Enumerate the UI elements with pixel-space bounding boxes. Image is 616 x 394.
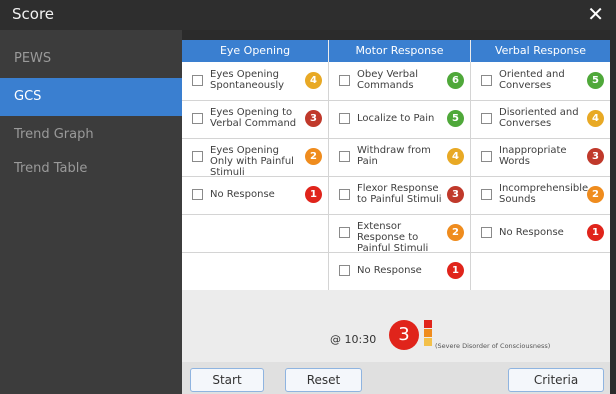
score-badge: 2 xyxy=(587,186,604,203)
column-header-verbal-response: Verbal Response xyxy=(471,40,610,62)
reset-button[interactable]: Reset xyxy=(285,368,362,392)
option-label: Oriented and Converses xyxy=(499,69,565,91)
button-bar: Start Reset Criteria xyxy=(182,362,610,394)
score-badge: 1 xyxy=(587,224,604,241)
verbal-disoriented-checkbox[interactable] xyxy=(481,113,492,124)
sidebar-item-label: PEWS xyxy=(14,51,52,66)
score-badge: 4 xyxy=(587,110,604,127)
motor-withdraw-checkbox[interactable] xyxy=(339,151,350,162)
score-badge: 2 xyxy=(305,148,322,165)
window-title: Score xyxy=(12,5,55,23)
option-label: Withdraw from Pain xyxy=(357,145,431,167)
close-icon[interactable]: ✕ xyxy=(587,2,604,26)
option-label: Eyes Opening Spontaneously xyxy=(210,69,285,91)
eye-spontaneous-checkbox[interactable] xyxy=(192,75,203,86)
list-item[interactable]: Withdraw from Pain 4 xyxy=(329,138,470,176)
sidebar-item-gcs[interactable]: GCS xyxy=(0,78,182,116)
motor-flexor-checkbox[interactable] xyxy=(339,189,350,200)
sidebar-item-pews[interactable]: PEWS xyxy=(0,40,182,78)
list-item[interactable]: Flexor Response to Painful Stimuli 3 xyxy=(329,176,470,214)
list-item[interactable]: No Response 1 xyxy=(471,214,610,252)
criteria-button[interactable]: Criteria xyxy=(508,368,604,392)
verbal-oriented-checkbox[interactable] xyxy=(481,75,492,86)
score-badge: 3 xyxy=(447,186,464,203)
option-label: No Response xyxy=(499,227,564,238)
list-item[interactable]: Localize to Pain 5 xyxy=(329,100,470,138)
option-label: Eyes Opening to Verbal Command xyxy=(210,107,297,129)
motor-extensor-checkbox[interactable] xyxy=(339,227,350,238)
score-badge: 4 xyxy=(305,72,322,89)
score-grid: Eyes Opening Spontaneously 4 Eyes Openin… xyxy=(182,62,610,290)
title-bar: Score ✕ xyxy=(0,0,616,30)
score-badge: 4 xyxy=(447,148,464,165)
list-item[interactable]: Extensor Response to Painful Stimuli 2 xyxy=(329,214,470,254)
sidebar-item-label: Trend Graph xyxy=(14,127,94,142)
option-label: Localize to Pain xyxy=(357,113,435,124)
severity-bar-segment xyxy=(424,320,432,328)
eye-no-response-checkbox[interactable] xyxy=(192,189,203,200)
list-item[interactable]: Obey Verbal Commands 6 xyxy=(329,62,470,100)
assessment-time: @ 10:30 xyxy=(330,333,377,346)
list-item[interactable]: No Response 1 xyxy=(182,176,328,214)
motor-no-response-checkbox[interactable] xyxy=(339,265,350,276)
verbal-no-response-checkbox[interactable] xyxy=(481,227,492,238)
motor-localize-checkbox[interactable] xyxy=(339,113,350,124)
sidebar: PEWS GCS Trend Graph Trend Table xyxy=(0,30,182,394)
verbal-inappropriate-checkbox[interactable] xyxy=(481,151,492,162)
severity-bar-segment xyxy=(424,338,432,346)
column-header-motor-response: Motor Response xyxy=(329,40,470,62)
list-item[interactable]: Inappropriate Words 3 xyxy=(471,138,610,176)
option-label: Disoriented and Converses xyxy=(499,107,579,129)
score-badge: 5 xyxy=(447,110,464,127)
option-label: Incomprehensible Sounds xyxy=(499,183,589,205)
severity-description: (Severe Disorder of Consciousness) xyxy=(435,342,551,350)
gcs-panel: Eye Opening Motor Response Verbal Respon… xyxy=(182,40,610,394)
score-badge: 6 xyxy=(447,72,464,89)
score-badge: 3 xyxy=(305,110,322,127)
score-badge: 5 xyxy=(587,72,604,89)
eye-pain-checkbox[interactable] xyxy=(192,151,203,162)
option-label: Inappropriate Words xyxy=(499,145,567,167)
verbal-incomprehensible-checkbox[interactable] xyxy=(481,189,492,200)
list-item[interactable]: Incomprehensible Sounds 2 xyxy=(471,176,610,214)
option-label: No Response xyxy=(357,265,422,276)
list-item[interactable]: No Response 1 xyxy=(329,252,470,290)
sidebar-item-label: GCS xyxy=(14,89,42,104)
sidebar-item-trend-graph[interactable]: Trend Graph xyxy=(0,116,182,154)
sidebar-item-label: Trend Table xyxy=(14,161,88,176)
severity-bar-segment xyxy=(424,329,432,337)
list-item[interactable]: Eyes Opening Only with Painful Stimuli 2 xyxy=(182,138,328,178)
eye-verbal-checkbox[interactable] xyxy=(192,113,203,124)
list-item[interactable]: Oriented and Converses 5 xyxy=(471,62,610,100)
list-item[interactable]: Disoriented and Converses 4 xyxy=(471,100,610,138)
score-badge: 1 xyxy=(305,186,322,203)
list-item[interactable]: Eyes Opening to Verbal Command 3 xyxy=(182,100,328,138)
score-badge: 1 xyxy=(447,262,464,279)
score-summary: @ 10:30 3 (Severe Disorder of Consciousn… xyxy=(182,290,610,362)
score-badge: 3 xyxy=(587,148,604,165)
list-item[interactable]: Eyes Opening Spontaneously 4 xyxy=(182,62,328,100)
option-label: Eyes Opening Only with Painful Stimuli xyxy=(210,145,294,178)
column-header-eye-opening: Eye Opening xyxy=(182,40,328,62)
sidebar-item-trend-table[interactable]: Trend Table xyxy=(0,150,182,188)
score-badge: 2 xyxy=(447,224,464,241)
start-button[interactable]: Start xyxy=(190,368,264,392)
total-score-badge: 3 xyxy=(389,320,419,350)
motor-obey-checkbox[interactable] xyxy=(339,75,350,86)
option-label: Flexor Response to Painful Stimuli xyxy=(357,183,442,205)
option-label: Obey Verbal Commands xyxy=(357,69,419,91)
option-label: Extensor Response to Painful Stimuli xyxy=(357,221,429,254)
option-label: No Response xyxy=(210,189,275,200)
